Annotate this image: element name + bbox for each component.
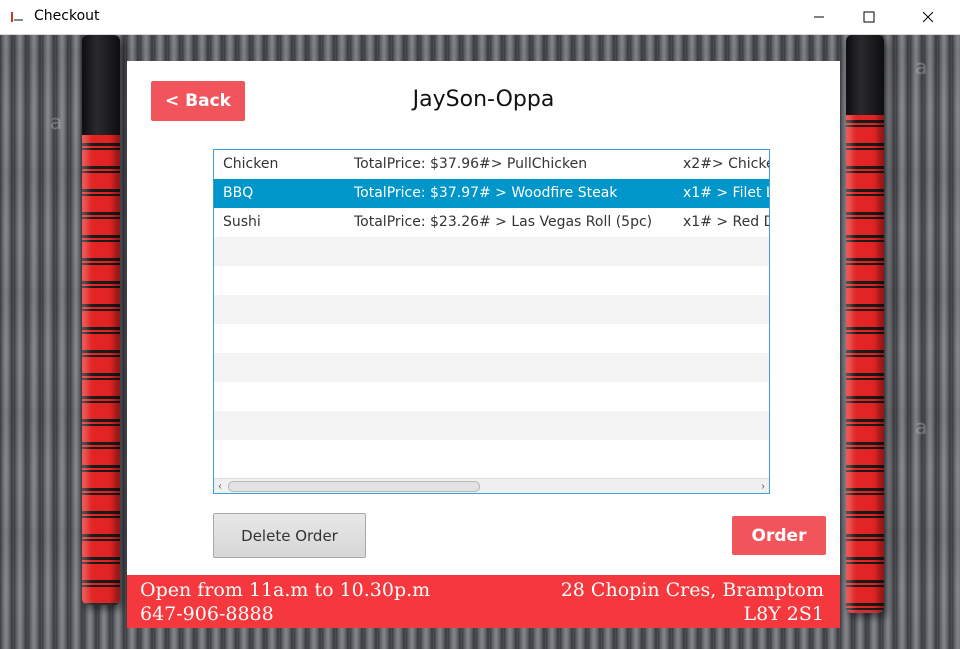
order-items: x1# > Filet Lo	[683, 185, 769, 201]
maximize-icon	[863, 11, 875, 23]
maximize-button[interactable]	[846, 0, 892, 34]
close-icon	[922, 11, 934, 23]
footer-bar: Open from 11a.m to 10.30p.m 647-906-8888…	[127, 575, 840, 628]
order-row[interactable]: BBQ TotalPrice: $37.97# > Woodfire Steak x…	[214, 179, 769, 208]
empty-row	[214, 295, 769, 324]
empty-row	[214, 353, 769, 382]
address-line-1: 28 Chopin Cres, Bramptom	[560, 579, 824, 601]
watermark-glyph: a	[915, 415, 928, 439]
empty-row	[214, 266, 769, 295]
order-price: TotalPrice: $37.97# > Woodfire Steak	[354, 185, 618, 201]
window-title: Checkout	[34, 8, 100, 24]
watermark-glyph: a	[50, 110, 63, 134]
title-bar: Checkout	[0, 0, 960, 35]
empty-row	[214, 324, 769, 353]
empty-row	[214, 382, 769, 411]
address-line-2: L8Y 2S1	[743, 603, 824, 625]
horizontal-scrollbar[interactable]: ‹ ›	[214, 478, 769, 493]
restaurant-title: JaySon-Oppa	[412, 87, 555, 112]
scrollbar-thumb[interactable]	[228, 481, 480, 492]
order-button[interactable]: Order	[732, 516, 826, 555]
checkout-panel: < Back JaySon-Oppa Chicken TotalPrice: $3…	[127, 61, 840, 575]
order-price: TotalPrice: $23.26# > Las Vegas Roll (5p…	[354, 214, 653, 230]
order-row[interactable]: Sushi TotalPrice: $23.26# > Las Vegas Rol…	[214, 208, 769, 237]
order-category: Chicken	[223, 156, 279, 172]
order-category: BBQ	[223, 185, 254, 201]
right-chopstick-image	[846, 35, 884, 613]
order-items: x2#> Chicken	[683, 156, 769, 172]
opening-hours: Open from 11a.m to 10.30p.m	[140, 579, 431, 601]
watermark-glyph: a	[915, 55, 928, 79]
order-row[interactable]: Chicken TotalPrice: $37.96#> PullChicken x…	[214, 150, 769, 179]
minimize-button[interactable]	[796, 0, 842, 34]
empty-row	[214, 411, 769, 440]
phone-number: 647-906-8888	[140, 603, 274, 625]
order-list[interactable]: Chicken TotalPrice: $37.96#> PullChicken x…	[213, 149, 770, 494]
scroll-left-icon[interactable]: ‹	[214, 479, 226, 493]
empty-row	[214, 440, 769, 469]
order-items: x1# > Red Dr	[683, 214, 769, 230]
app-icon	[11, 12, 23, 22]
minimize-icon	[814, 16, 824, 18]
empty-row	[214, 237, 769, 266]
close-button[interactable]	[905, 0, 951, 34]
scroll-right-icon[interactable]: ›	[757, 479, 769, 493]
left-chopstick-image	[82, 35, 120, 605]
delete-order-button[interactable]: Delete Order	[213, 513, 366, 558]
order-category: Sushi	[223, 214, 261, 230]
order-price: TotalPrice: $37.96#> PullChicken	[354, 156, 588, 172]
